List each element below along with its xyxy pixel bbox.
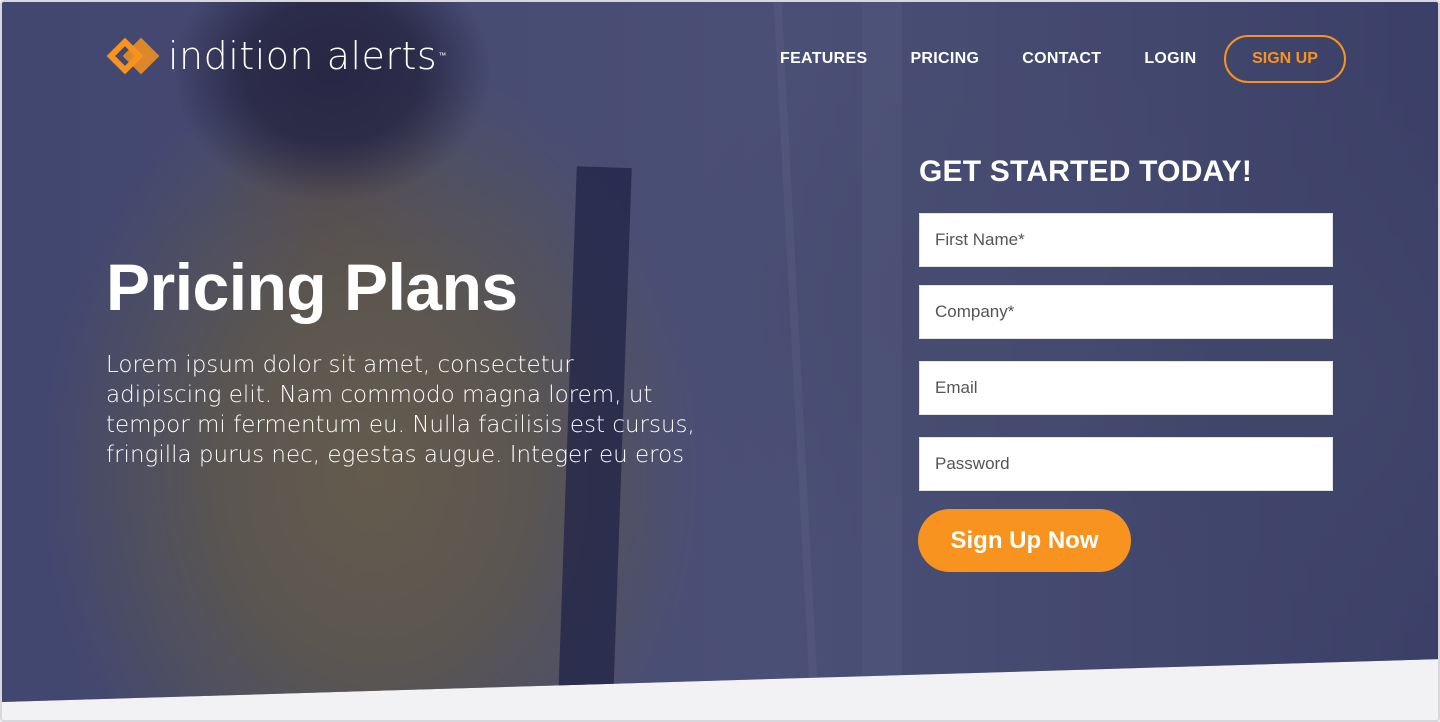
password-field[interactable]: [919, 437, 1333, 491]
brand-name: indition alerts™: [168, 36, 447, 76]
brand-logo[interactable]: indition alerts™: [106, 36, 447, 76]
email-field[interactable]: [919, 361, 1333, 415]
nav-link-features[interactable]: FEATURES: [780, 50, 867, 68]
hero-description: Lorem ipsum dolor sit amet, consectetur …: [106, 352, 695, 468]
first-name-input[interactable]: [935, 230, 1332, 250]
main-nav: FEATURES PRICING CONTACT LOGIN: [780, 50, 1240, 68]
company-input[interactable]: [935, 302, 1332, 322]
diamond-logo-icon: [106, 36, 160, 76]
email-input[interactable]: [935, 378, 1332, 398]
first-name-field[interactable]: [919, 213, 1333, 267]
brand-name-text: indition alerts: [168, 34, 438, 78]
page-frame: indition alerts™ FEATURES PRICING CONTAC…: [0, 0, 1440, 722]
company-field[interactable]: [919, 285, 1333, 339]
nav-signup-button[interactable]: SIGN UP: [1224, 35, 1346, 83]
hero-section: indition alerts™ FEATURES PRICING CONTAC…: [2, 2, 1438, 702]
signup-form-title: GET STARTED TODAY!: [919, 155, 1253, 188]
nav-link-pricing[interactable]: PRICING: [910, 50, 979, 68]
nav-link-contact[interactable]: CONTACT: [1022, 50, 1101, 68]
password-input[interactable]: [935, 454, 1332, 474]
nav-link-login[interactable]: LOGIN: [1144, 50, 1196, 68]
page-title: Pricing Plans: [106, 250, 518, 324]
sign-up-now-button[interactable]: Sign Up Now: [918, 509, 1131, 572]
trademark-symbol: ™: [438, 51, 447, 60]
